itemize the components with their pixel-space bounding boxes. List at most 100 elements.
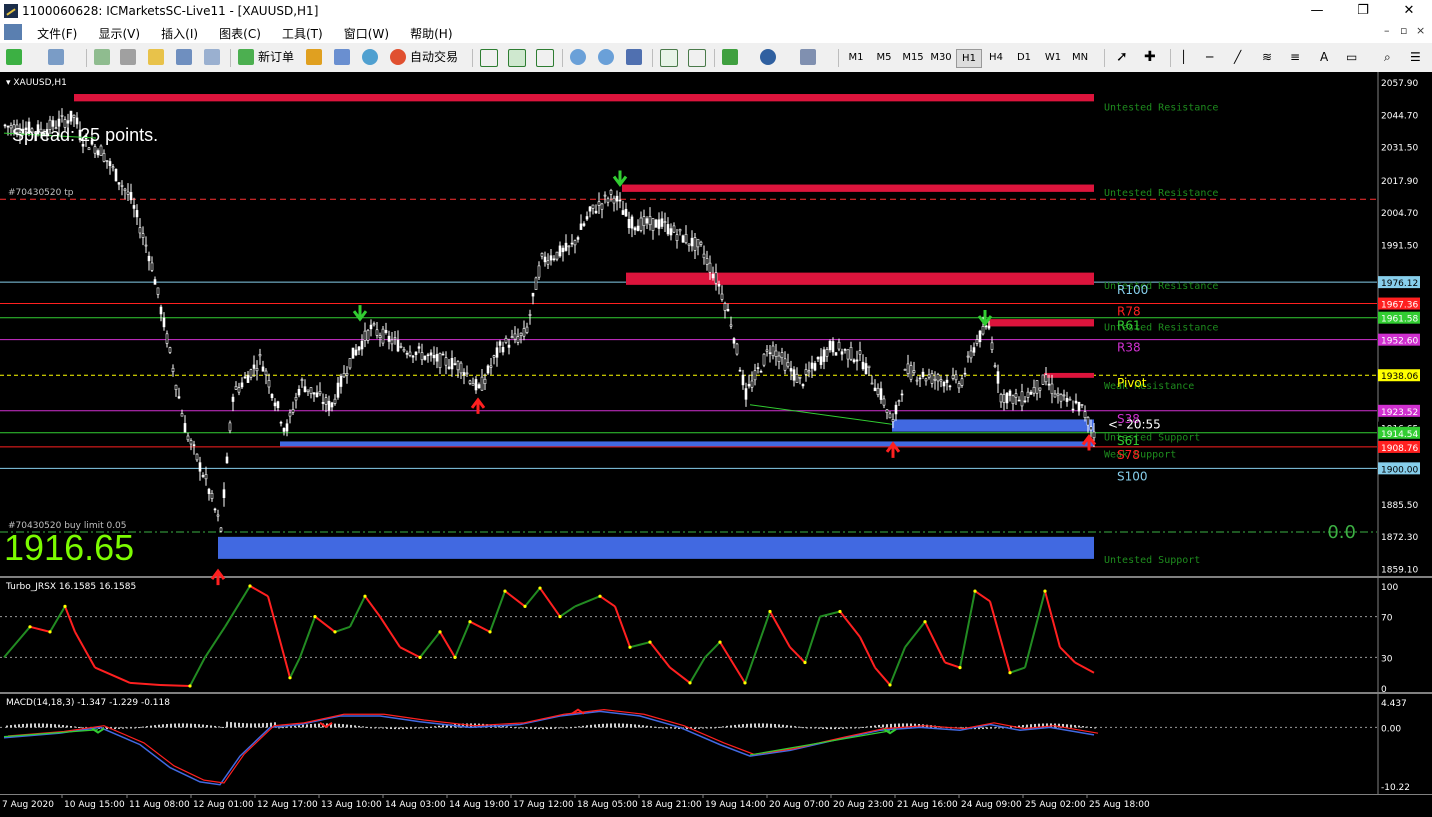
candle-body — [1071, 408, 1075, 411]
jrsx-turn-point — [838, 609, 842, 614]
periods-icon[interactable] — [760, 49, 776, 65]
macd-histogram-bar — [854, 727, 856, 729]
menu-file[interactable]: 文件(F) — [29, 23, 85, 43]
timeframe-m5[interactable]: M5 — [872, 49, 896, 66]
channel-icon[interactable]: ≋ — [1262, 47, 1272, 67]
chat-icon[interactable]: ☰ — [1410, 47, 1421, 67]
signals-icon[interactable] — [334, 49, 350, 65]
menu-window[interactable]: 窗口(W) — [336, 23, 397, 43]
new-chart-icon[interactable] — [6, 49, 22, 65]
metaeditor-icon[interactable] — [306, 49, 322, 65]
candle-body — [882, 398, 886, 406]
macd-histogram-bar — [826, 727, 828, 730]
chart-shift-icon[interactable] — [688, 49, 706, 67]
timeframe-m15[interactable]: M15 — [900, 49, 926, 66]
candle-body — [429, 352, 433, 356]
mdi-minimize-button[interactable]: – — [1384, 24, 1390, 37]
zoom-in-icon[interactable] — [570, 49, 586, 65]
data-window-icon[interactable] — [120, 49, 136, 65]
candle-body — [975, 339, 979, 344]
horizontal-line-icon[interactable]: ─ — [1206, 47, 1213, 67]
macd-histogram-bar — [246, 723, 248, 728]
menu-help[interactable]: 帮助(H) — [402, 23, 460, 43]
candle-body — [696, 238, 700, 248]
cursor-icon[interactable]: ➚ — [1116, 47, 1128, 67]
timeframe-mn[interactable]: MN — [1068, 49, 1092, 66]
macd-histogram-bar — [1070, 724, 1072, 728]
macd-histogram-bar — [566, 727, 568, 729]
profiles-icon[interactable] — [48, 49, 64, 65]
macd-histogram-bar — [42, 723, 44, 728]
candle-body — [1047, 383, 1051, 386]
timeframe-m30[interactable]: M30 — [928, 49, 954, 66]
restore-button[interactable]: ❐ — [1340, 0, 1386, 23]
candle-body — [141, 233, 145, 238]
fibonacci-icon[interactable]: ≡ — [1290, 47, 1300, 67]
time-axis-label: 7 Aug 2020 — [2, 800, 54, 810]
market-watch-icon[interactable] — [94, 49, 110, 65]
chart-window-icon[interactable] — [4, 24, 22, 40]
vertical-line-icon[interactable]: │ — [1180, 47, 1187, 67]
macd-histogram-bar — [898, 723, 900, 728]
macd-histogram-bar — [742, 724, 744, 728]
jrsx-segment — [159, 683, 191, 687]
menu-insert[interactable]: 插入(I) — [153, 23, 206, 43]
timeframe-w1[interactable]: W1 — [1040, 49, 1066, 66]
candle-body — [435, 353, 439, 362]
macd-histogram-bar — [838, 727, 840, 730]
macd-histogram-bar — [674, 727, 676, 729]
indicator1-axis-label: 70 — [1381, 614, 1393, 624]
trendline-icon[interactable]: ╱ — [1234, 47, 1241, 67]
macd-histogram-bar — [38, 723, 40, 728]
indicators-icon[interactable] — [722, 49, 738, 65]
zoom-out-icon[interactable] — [598, 49, 614, 65]
mdi-restore-button[interactable]: ▫ — [1400, 24, 1407, 37]
timeframe-h1[interactable]: H1 — [956, 49, 982, 68]
globe-icon[interactable] — [362, 49, 378, 65]
search-icon[interactable]: ⌕ — [1384, 47, 1391, 67]
crosshair-icon[interactable]: ✚ — [1144, 47, 1156, 67]
menu-charts[interactable]: 图表(C) — [211, 23, 269, 43]
tile-windows-icon[interactable] — [626, 49, 642, 65]
bar-chart-icon[interactable] — [480, 49, 498, 67]
price-axis-label: 1872.30 — [1381, 533, 1418, 543]
auto-trading-button[interactable]: 自动交易 — [410, 47, 458, 67]
price-axis-label: 2004.70 — [1381, 209, 1418, 219]
macd-histogram-bar — [362, 726, 364, 728]
jrsx-turn-point — [628, 645, 632, 649]
timeframe-m1[interactable]: M1 — [844, 49, 868, 66]
close-button[interactable]: ✕ — [1386, 0, 1432, 23]
text-tool-icon[interactable]: A — [1320, 47, 1328, 67]
macd-histogram-bar — [34, 723, 36, 728]
timeframe-d1[interactable]: D1 — [1012, 49, 1036, 66]
candle-body — [942, 381, 946, 387]
macd-histogram-bar — [226, 721, 228, 728]
new-order-button[interactable]: 新订单 — [258, 47, 294, 67]
indicator2-axis-label: 4.437 — [1381, 699, 1407, 709]
candle-body — [729, 324, 733, 327]
timeframe-h4[interactable]: H4 — [984, 49, 1008, 66]
label-tool-icon[interactable]: ▭ — [1346, 47, 1357, 67]
minimize-button[interactable]: — — [1294, 0, 1340, 23]
candle-body — [837, 341, 841, 350]
terminal-icon[interactable] — [176, 49, 192, 65]
navigator-icon[interactable] — [148, 49, 164, 65]
strategy-tester-icon[interactable] — [204, 49, 220, 65]
autoscroll-icon[interactable] — [660, 49, 678, 67]
templates-icon[interactable] — [800, 49, 816, 65]
line-chart-icon[interactable] — [536, 49, 554, 67]
auto-trading-icon[interactable] — [390, 49, 406, 65]
candle-body — [210, 493, 214, 499]
candle-body — [555, 251, 559, 260]
macd-histogram-bar — [514, 727, 516, 729]
time-axis-label: 25 Aug 02:00 — [1025, 800, 1086, 810]
menu-tools[interactable]: 工具(T) — [274, 23, 331, 43]
candle-body — [237, 387, 241, 393]
menu-view[interactable]: 显示(V) — [90, 23, 148, 43]
macd-histogram-bar — [706, 727, 708, 729]
new-order-icon[interactable] — [238, 49, 254, 65]
mdi-close-button[interactable]: × — [1416, 24, 1425, 37]
chart-area[interactable]: #70430520 tp#70430520 buy limit 0.05 0.0U… — [0, 72, 1432, 817]
countdown-label: <- 20:55 — [1108, 417, 1161, 431]
candlestick-icon[interactable] — [508, 49, 526, 67]
